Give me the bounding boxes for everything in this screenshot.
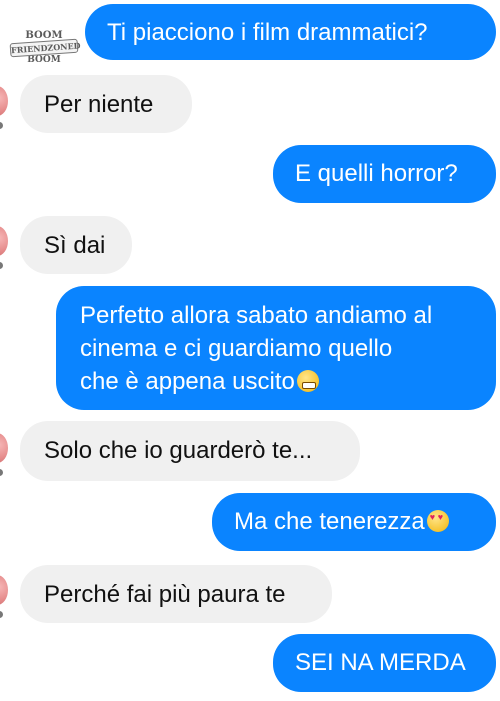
message-bubble-outgoing[interactable]: SEI NA MERDA	[273, 634, 496, 692]
message-text: Ti piacciono i film drammatici?	[107, 19, 428, 46]
contact-avatar[interactable]	[0, 575, 8, 605]
message-text-line: cinema e ci guardiamo quello	[80, 335, 393, 362]
message-bubble-incoming[interactable]: Perché fai più paura te	[20, 565, 332, 623]
message-bubble-incoming[interactable]: Sì dai	[20, 216, 132, 274]
friendzoned-watermark-logo: BOOM FRIENDZONED BOOM	[9, 30, 81, 78]
contact-avatar[interactable]	[0, 433, 8, 463]
presence-dot-icon	[0, 262, 3, 269]
message-bubble-outgoing[interactable]: Ma che tenerezza	[212, 493, 496, 551]
message-text-line: che è appena uscito	[80, 368, 295, 395]
message-bubble-outgoing[interactable]: E quelli horror?	[273, 145, 496, 203]
contact-avatar[interactable]	[0, 86, 8, 116]
message-text: Solo che io guarderò te...	[44, 437, 313, 464]
message-bubble-incoming[interactable]: Solo che io guarderò te...	[20, 421, 360, 481]
heart-eyes-emoji-icon	[426, 510, 449, 532]
contact-avatar[interactable]	[0, 226, 8, 256]
message-text: Ma che tenerezza	[234, 508, 425, 535]
message-bubble-outgoing[interactable]: Perfetto allora sabato andiamo al cinema…	[56, 286, 496, 410]
presence-dot-icon	[0, 469, 3, 476]
grinning-face-emoji-icon	[296, 370, 319, 392]
message-text: Perché fai più paura te	[44, 581, 286, 608]
presence-dot-icon	[0, 122, 3, 129]
message-text: Sì dai	[44, 232, 106, 259]
message-bubble-outgoing[interactable]: Ti piacciono i film drammatici?	[85, 4, 496, 60]
message-text-line: Perfetto allora sabato andiamo al	[80, 302, 433, 329]
presence-dot-icon	[0, 611, 3, 618]
message-text: SEI NA MERDA	[295, 649, 466, 676]
message-text: Per niente	[44, 91, 154, 118]
message-text: E quelli horror?	[295, 160, 458, 187]
message-bubble-incoming[interactable]: Per niente	[20, 75, 192, 133]
